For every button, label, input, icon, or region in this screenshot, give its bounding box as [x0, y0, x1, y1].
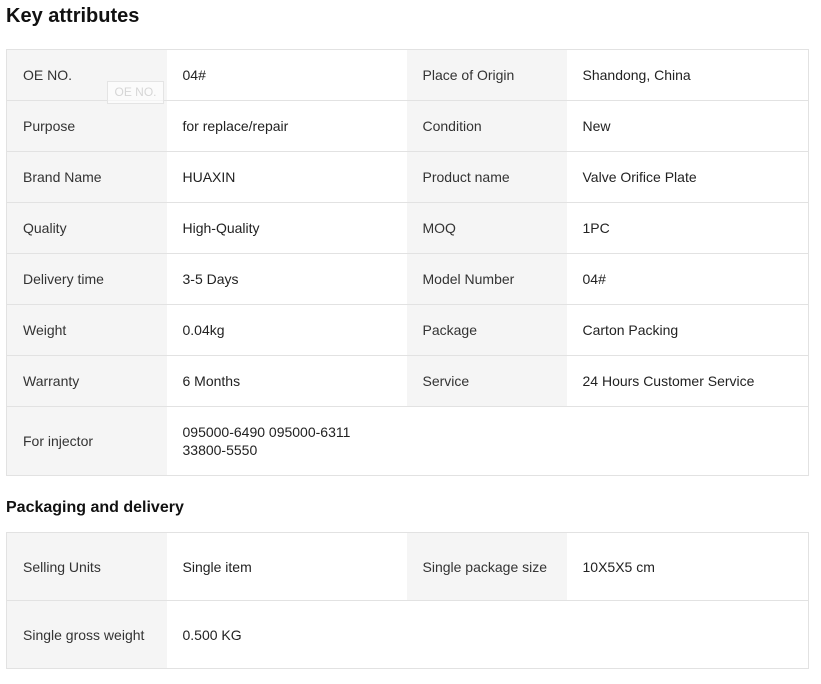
attr-label-package: Package	[406, 304, 567, 356]
attr-label-purpose: Purpose	[6, 100, 167, 152]
table-row: Quality High-Quality MOQ 1PC	[6, 202, 809, 254]
attr-label-single-gross-weight: Single gross weight	[6, 600, 167, 669]
table-row: Purpose for replace/repair Condition New	[6, 100, 809, 152]
attr-label-moq: MOQ	[406, 202, 567, 254]
attr-label-place-of-origin: Place of Origin	[406, 49, 567, 101]
attr-value-single-package-size: 10X5X5 cm	[566, 532, 809, 601]
table-row: For injector 095000-6490 095000-6311 338…	[6, 406, 809, 476]
key-attributes-heading: Key attributes	[6, 5, 140, 27]
table-row: Warranty 6 Months Service 24 Hours Custo…	[6, 355, 809, 407]
attr-value-condition: New	[566, 100, 809, 152]
attr-value-model-number: 04#	[566, 253, 809, 305]
attr-label-condition: Condition	[406, 100, 567, 152]
attr-value-for-injector: 095000-6490 095000-6311 33800-5550	[166, 406, 407, 476]
attr-value-delivery-time: 3-5 Days	[166, 253, 407, 305]
attr-value-service: 24 Hours Customer Service	[566, 355, 809, 407]
table-row: Selling Units Single item Single package…	[6, 532, 809, 601]
attr-value-moq: 1PC	[566, 202, 809, 254]
attr-value-single-gross-weight: 0.500 KG	[166, 600, 407, 669]
attr-value-brand-name: HUAXIN	[166, 151, 407, 203]
attr-value-place-of-origin: Shandong, China	[566, 49, 809, 101]
empty-cell	[566, 600, 809, 669]
attr-label-warranty: Warranty	[6, 355, 167, 407]
attr-value-quality: High-Quality	[166, 202, 407, 254]
attr-value-selling-units: Single item	[166, 532, 407, 601]
attr-value-weight: 0.04kg	[166, 304, 407, 356]
table-row: Brand Name HUAXIN Product name Valve Ori…	[6, 151, 809, 203]
attr-label-weight: Weight	[6, 304, 167, 356]
attr-label-model-number: Model Number	[406, 253, 567, 305]
empty-cell	[566, 406, 809, 476]
attr-label-service: Service	[406, 355, 567, 407]
oe-no-watermark: OE NO.	[107, 81, 164, 104]
empty-cell	[406, 406, 567, 476]
packaging-table: Selling Units Single item Single package…	[6, 532, 809, 669]
attr-label-brand-name: Brand Name	[6, 151, 167, 203]
empty-cell	[406, 600, 567, 669]
table-row: Single gross weight 0.500 KG	[6, 600, 809, 669]
attr-value-warranty: 6 Months	[166, 355, 407, 407]
attr-label-for-injector: For injector	[6, 406, 167, 476]
attr-label-quality: Quality	[6, 202, 167, 254]
table-row: Delivery time 3-5 Days Model Number 04#	[6, 253, 809, 305]
attr-label-single-package-size: Single package size	[406, 532, 567, 601]
attr-value-oe-no: 04#	[166, 49, 407, 101]
attr-value-purpose: for replace/repair	[166, 100, 407, 152]
attr-label-product-name: Product name	[406, 151, 567, 203]
attr-label-delivery-time: Delivery time	[6, 253, 167, 305]
key-attributes-table: OE NO. 04# Place of Origin Shandong, Chi…	[6, 49, 809, 476]
attr-value-package: Carton Packing	[566, 304, 809, 356]
attr-label-selling-units: Selling Units	[6, 532, 167, 601]
table-row: Weight 0.04kg Package Carton Packing	[6, 304, 809, 356]
packaging-delivery-heading: Packaging and delivery	[6, 499, 184, 516]
attr-value-product-name: Valve Orifice Plate	[566, 151, 809, 203]
